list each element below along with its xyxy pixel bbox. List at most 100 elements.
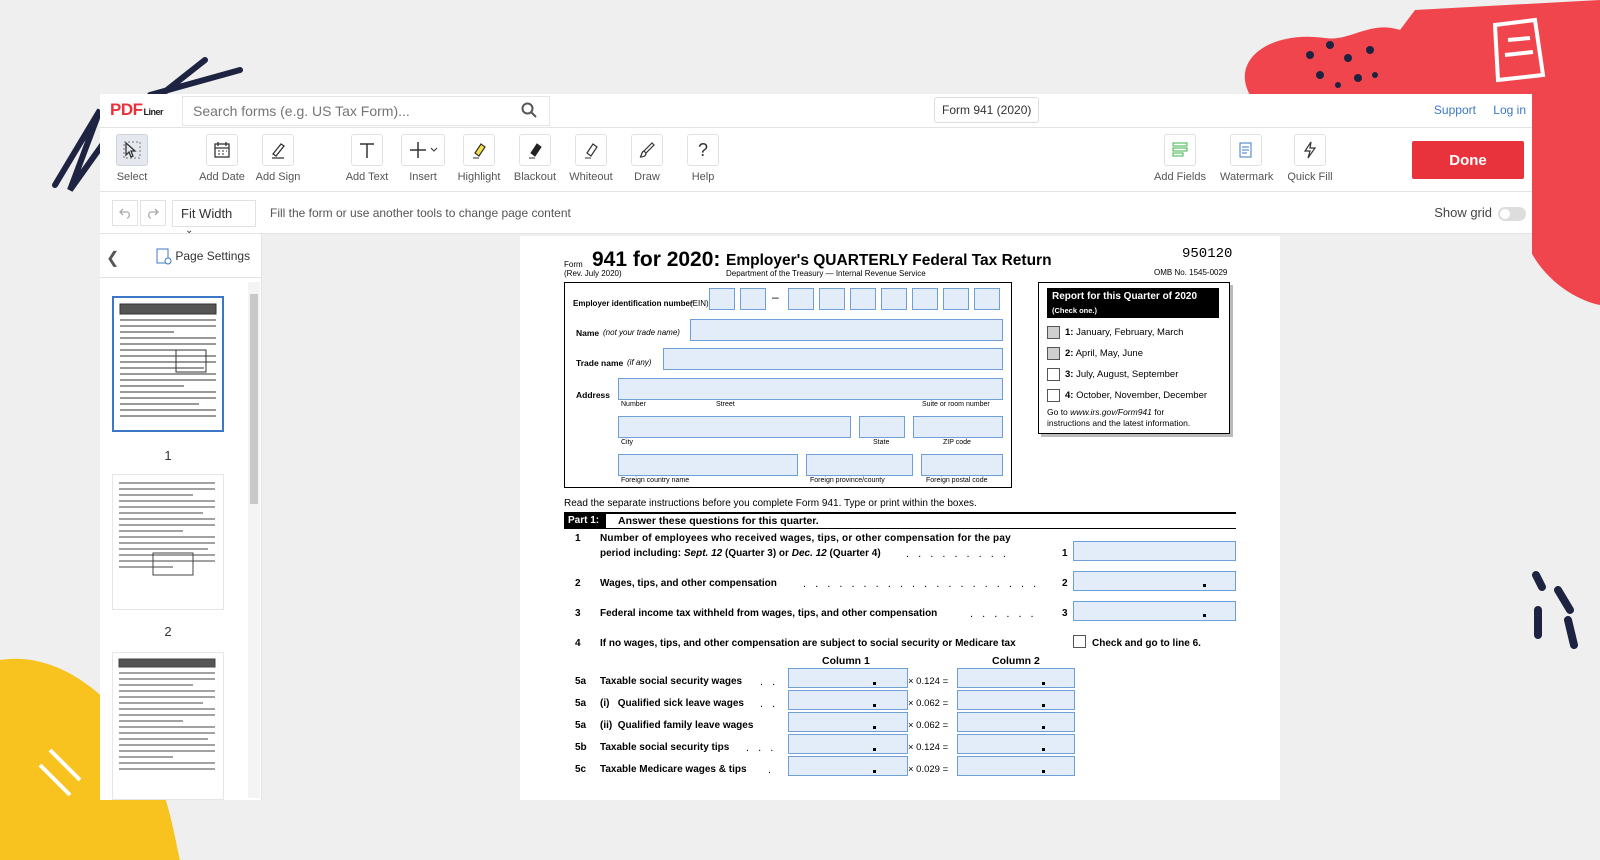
foreign-country-field[interactable]: [618, 454, 798, 476]
undo-icon: [119, 208, 130, 219]
page-thumbnail-2[interactable]: [112, 474, 224, 610]
decor-blue-marks: [1532, 571, 1578, 649]
blackout-icon: [529, 143, 542, 159]
search-box: [182, 96, 550, 126]
highlighter-icon: [473, 143, 486, 159]
ein-digit-field[interactable]: [881, 288, 907, 310]
ein-digit-field[interactable]: [850, 288, 876, 310]
question-icon: ?: [697, 139, 708, 160]
ein-digit-field[interactable]: [819, 288, 845, 310]
watermark-tool[interactable]: Watermark: [1220, 134, 1273, 183]
name-field[interactable]: [690, 319, 1003, 341]
street-address-field[interactable]: [618, 378, 1003, 400]
collapse-sidebar-button[interactable]: ❮: [106, 248, 119, 268]
line-2-field[interactable]: [1073, 571, 1236, 591]
hint-text: Fill the form or use another tools to ch…: [270, 206, 571, 220]
line-3-field[interactable]: [1073, 601, 1236, 621]
form-title: Employer's QUARTERLY Federal Tax Return: [726, 252, 1052, 269]
pdf-editor-window: PDFLiner Form 941 (2020) Support Log in …: [100, 94, 1532, 800]
sidebar-scrollbar[interactable]: [248, 282, 260, 798]
form-code: 950120: [1182, 246, 1233, 262]
quarter-4-checkbox[interactable]: [1047, 389, 1060, 402]
page-thumbnail-3[interactable]: [112, 652, 224, 800]
line-5a-i-col2-field[interactable]: [957, 690, 1075, 710]
add-sign-tool[interactable]: Add Sign: [252, 134, 304, 183]
help-tool[interactable]: ? Help: [677, 134, 729, 183]
quarter-3-checkbox[interactable]: [1047, 368, 1060, 381]
form-name-badge: Form 941 (2020): [934, 97, 1040, 123]
options-bar: Fit Width ⌄ Fill the form or use another…: [100, 192, 1532, 236]
show-grid-toggle[interactable]: Show grid: [1434, 205, 1526, 221]
app-logo[interactable]: PDFLiner: [110, 100, 164, 120]
page-sidebar: ❮ Page Settings 1 2: [100, 234, 262, 800]
draw-tool[interactable]: Draw: [621, 134, 673, 183]
trade-name-field[interactable]: [663, 348, 1003, 370]
ein-digit-field[interactable]: [709, 288, 735, 310]
zoom-select[interactable]: Fit Width ⌄: [172, 200, 256, 236]
calendar-icon: [214, 142, 230, 158]
search-input[interactable]: [183, 97, 503, 125]
insert-tool[interactable]: Insert: [397, 134, 449, 183]
support-link[interactable]: Support: [1434, 103, 1476, 117]
cursor-icon: [123, 141, 141, 159]
page-number: 2: [164, 624, 172, 639]
add-fields-tool[interactable]: Add Fields: [1154, 134, 1206, 183]
line-1-field[interactable]: [1073, 541, 1236, 561]
login-link[interactable]: Log in: [1493, 103, 1526, 117]
state-field[interactable]: [859, 416, 905, 438]
thumbnail-preview: [118, 658, 216, 770]
quick-fill-tool[interactable]: Quick Fill: [1284, 134, 1336, 183]
eraser-icon: [585, 143, 598, 159]
ein-digit-field[interactable]: [912, 288, 938, 310]
undo-button[interactable]: [112, 200, 138, 226]
page-settings-icon: [156, 248, 172, 265]
search-icon[interactable]: [521, 102, 537, 118]
page-settings-button[interactable]: Page Settings: [156, 248, 250, 266]
ein-digit-field[interactable]: [974, 288, 1000, 310]
line-5a-col2-field[interactable]: [957, 668, 1075, 688]
redo-icon: [148, 208, 159, 219]
quarter-2-checkbox[interactable]: [1047, 347, 1060, 360]
text-icon: [360, 143, 374, 158]
line-5c-col2-field[interactable]: [957, 756, 1075, 776]
plus-icon: [410, 142, 438, 158]
brush-icon: [639, 142, 655, 158]
add-text-tool[interactable]: Add Text: [341, 134, 393, 183]
redo-button[interactable]: [140, 200, 166, 226]
watermark-icon: [1239, 142, 1252, 158]
select-tool[interactable]: Select: [106, 134, 158, 183]
page-number: 1: [164, 448, 172, 463]
thumbnail-preview: [119, 482, 215, 576]
done-button[interactable]: Done: [1412, 141, 1524, 179]
add-date-tool[interactable]: Add Date: [196, 134, 248, 183]
line-5a-col1-field[interactable]: [788, 668, 908, 688]
city-field[interactable]: [618, 416, 851, 438]
line-5b-col1-field[interactable]: [788, 734, 908, 754]
pen-icon: [272, 143, 285, 159]
ein-digit-field[interactable]: [788, 288, 814, 310]
line-4-checkbox[interactable]: [1073, 635, 1086, 648]
thumbnail-preview: [119, 303, 217, 417]
line-5b-col2-field[interactable]: [957, 734, 1075, 754]
form-page: Form 941 for 2020: Employer's QUARTERLY …: [520, 236, 1280, 800]
toolbar: Select Add Date Add Sign Add Text Insert…: [100, 128, 1532, 192]
line-5a-ii-col2-field[interactable]: [957, 712, 1075, 732]
toggle-switch[interactable]: [1498, 206, 1526, 221]
whiteout-tool[interactable]: Whiteout: [565, 134, 617, 183]
blackout-tool[interactable]: Blackout: [509, 134, 561, 183]
highlight-tool[interactable]: Highlight: [453, 134, 505, 183]
top-bar: PDFLiner Form 941 (2020) Support Log in: [100, 94, 1532, 128]
ein-digit-field[interactable]: [740, 288, 766, 310]
ein-digit-field[interactable]: [943, 288, 969, 310]
quarter-1-checkbox[interactable]: [1047, 326, 1060, 339]
foreign-postal-field[interactable]: [921, 454, 1003, 476]
foreign-province-field[interactable]: [806, 454, 913, 476]
line-5a-ii-col1-field[interactable]: [788, 712, 908, 732]
document-viewer: Form 941 for 2020: Employer's QUARTERLY …: [262, 234, 1532, 800]
line-5c-col1-field[interactable]: [788, 756, 908, 776]
fields-icon: [1172, 142, 1188, 157]
zip-field[interactable]: [913, 416, 1003, 438]
page-thumbnail-1[interactable]: [112, 296, 224, 432]
line-5a-i-col1-field[interactable]: [788, 690, 908, 710]
lightning-icon: [1303, 141, 1317, 159]
